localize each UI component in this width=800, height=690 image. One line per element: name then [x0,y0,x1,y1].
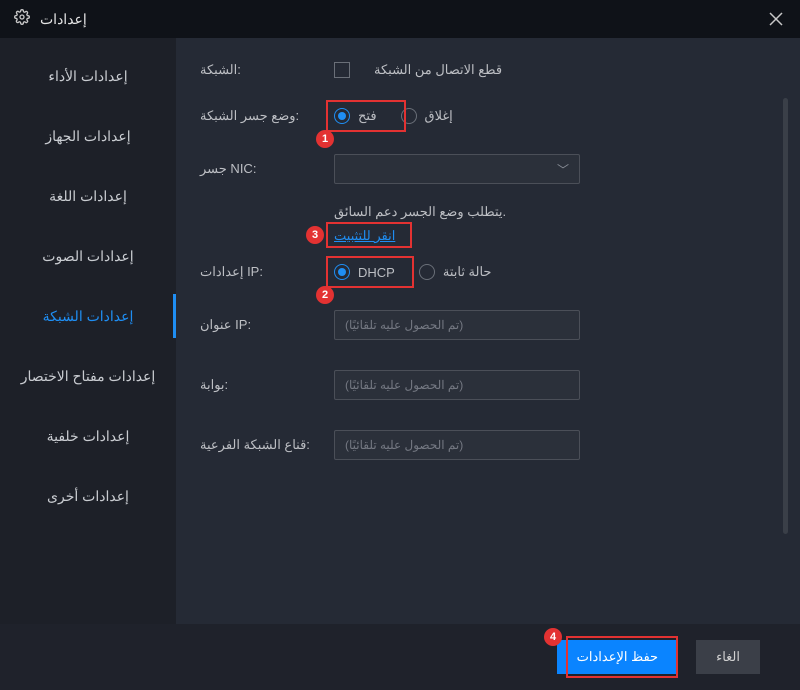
bridge-mode-label: وضع جسر الشبكة: [200,108,320,124]
gateway-label: بوابة: [200,377,320,393]
settings-panel: الشبكة: قطع الاتصال من الشبكة وضع جسر ال… [176,38,800,624]
radio-label: حالة ثابتة [443,264,492,280]
placeholder-text: (تم الحصول عليه تلقائيًا) [345,378,463,392]
sidebar-item-label: إعدادات الأداء [48,68,127,85]
bridge-close-radio[interactable]: إغلاق [401,108,453,124]
button-label: الغاء [716,649,740,665]
disconnect-checkbox-label: قطع الاتصال من الشبكة [374,62,502,78]
install-driver-link[interactable]: انقر للتثبيت [334,228,395,243]
radio-icon [419,264,435,280]
driver-note: يتطلب وضع الجسر دعم السائق. [334,204,760,220]
sidebar-item-label: إعدادات الشبكة [43,308,134,325]
sidebar-item-wallpaper[interactable]: إعدادات خلفية [0,406,176,466]
sidebar-item-label: إعدادات اللغة [49,188,127,205]
ip-dhcp-radio[interactable]: DHCP [334,264,395,280]
annotation-badge-2: 2 [316,286,334,304]
annotation-badge-1: 1 [316,130,334,148]
ip-address-input[interactable]: (تم الحصول عليه تلقائيًا) [334,310,580,340]
sidebar-item-performance[interactable]: إعدادات الأداء [0,46,176,106]
nic-bridge-label: جسر NIC: [200,161,320,177]
footer: حفظ الإعدادات الغاء 4 [0,624,800,690]
button-label: حفظ الإعدادات [577,649,658,665]
sidebar: إعدادات الأداء إعدادات الجهاز إعدادات ال… [0,38,176,624]
sidebar-item-label: إعدادات خلفية [47,428,130,445]
sidebar-item-language[interactable]: إعدادات اللغة [0,166,176,226]
sidebar-item-device[interactable]: إعدادات الجهاز [0,106,176,166]
nic-select[interactable]: ﹀ [334,154,580,184]
ip-address-label: عنوان IP: [200,317,320,333]
sidebar-item-label: إعدادات الصوت [42,248,133,265]
gateway-input[interactable]: (تم الحصول عليه تلقائيًا) [334,370,580,400]
radio-label: فتح [358,108,377,124]
scrollbar[interactable] [783,98,788,534]
disconnect-checkbox[interactable] [334,62,350,78]
sidebar-item-network[interactable]: إعدادات الشبكة [0,286,176,346]
titlebar: إعدادات [0,0,800,38]
annotation-badge-3: 3 [306,226,324,244]
placeholder-text: (تم الحصول عليه تلقائيًا) [345,438,463,452]
sidebar-item-label: إعدادات الجهاز [45,128,130,145]
sidebar-item-shortcut[interactable]: إعدادات مفتاح الاختصار [0,346,176,406]
cancel-button[interactable]: الغاء [696,640,760,674]
sidebar-item-sound[interactable]: إعدادات الصوت [0,226,176,286]
ip-settings-label: إعدادات IP: [200,264,320,280]
bridge-open-radio[interactable]: فتح [334,108,377,124]
sidebar-item-label: إعدادات أخرى [47,488,129,505]
placeholder-text: (تم الحصول عليه تلقائيًا) [345,318,463,332]
subnet-input[interactable]: (تم الحصول عليه تلقائيًا) [334,430,580,460]
radio-selected-icon [334,108,350,124]
network-label: الشبكة: [200,62,320,78]
save-button[interactable]: حفظ الإعدادات [557,640,678,674]
radio-icon [401,108,417,124]
subnet-label: قناع الشبكة الفرعية: [200,437,320,453]
window-title: إعدادات [40,11,87,28]
sidebar-item-label: إعدادات مفتاح الاختصار [21,368,156,385]
radio-label: DHCP [358,265,395,280]
chevron-down-icon: ﹀ [557,161,569,178]
close-button[interactable] [766,9,786,29]
gear-icon [14,9,30,30]
ip-static-radio[interactable]: حالة ثابتة [419,264,492,280]
sidebar-item-other[interactable]: إعدادات أخرى [0,466,176,526]
radio-selected-icon [334,264,350,280]
radio-label: إغلاق [425,108,453,124]
settings-window: إعدادات إعدادات الأداء إعدادات الجهاز إع… [0,0,800,690]
